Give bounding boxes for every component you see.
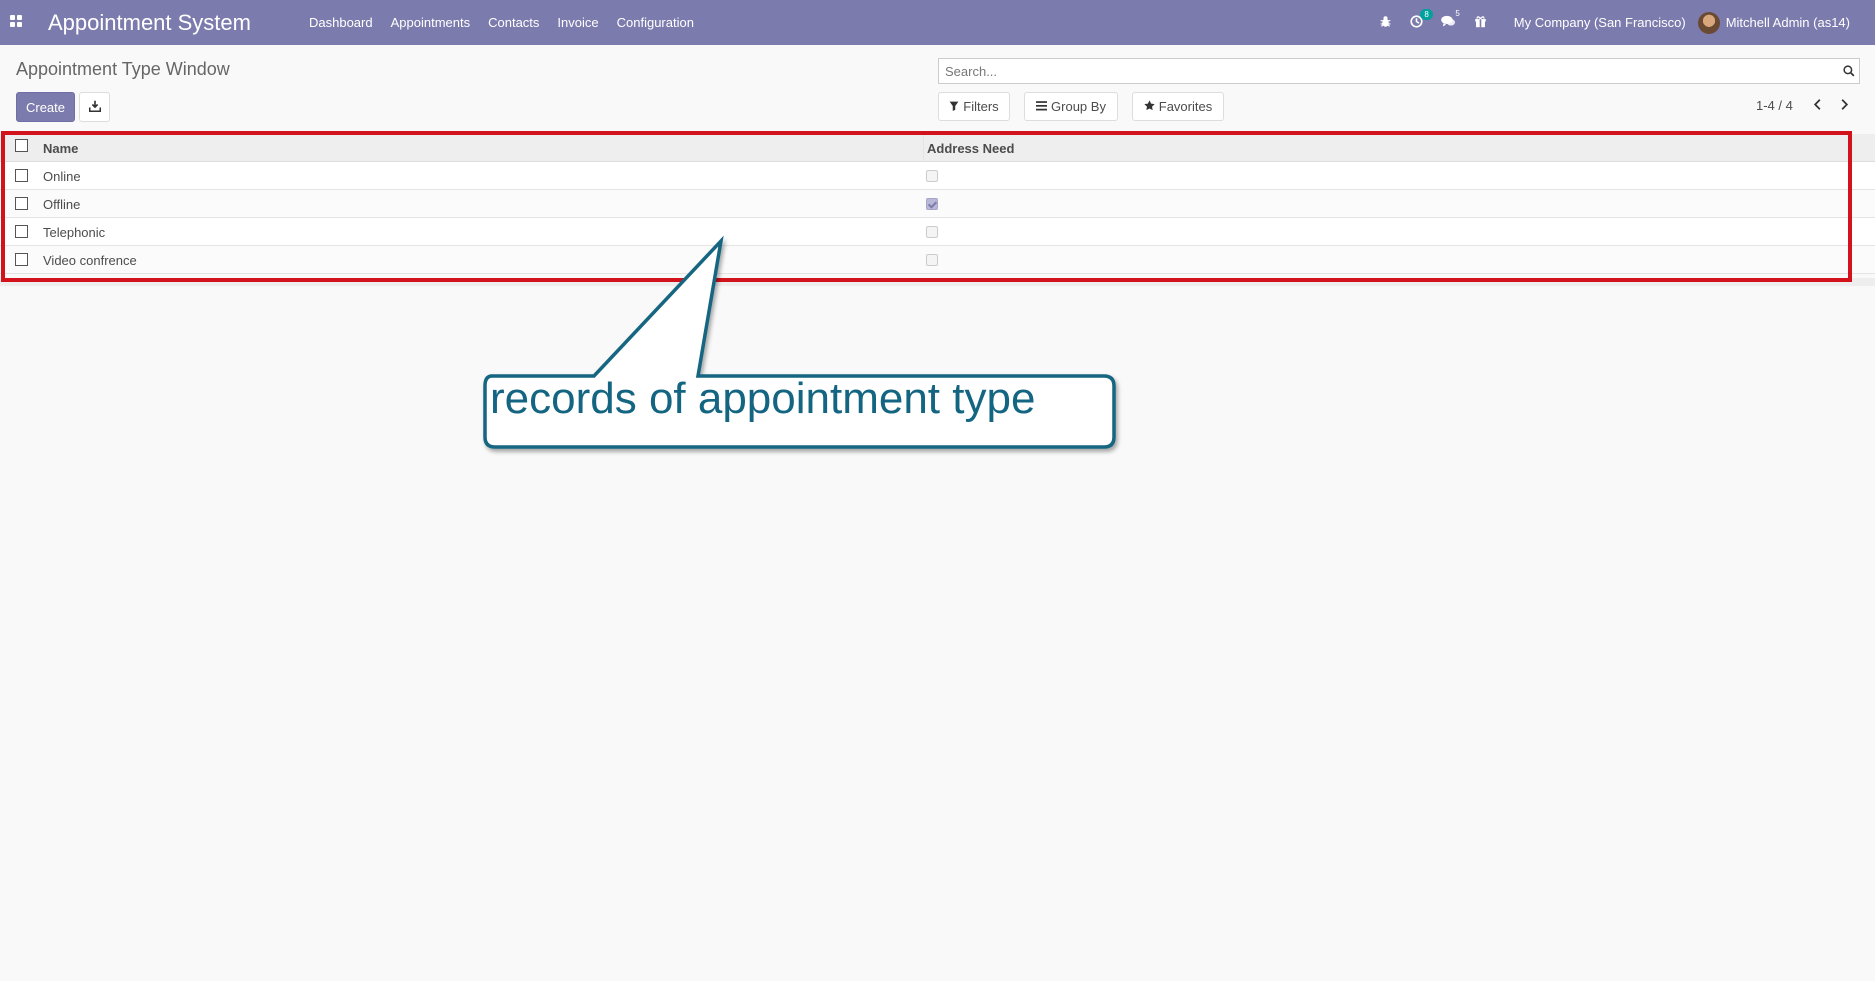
avatar xyxy=(1697,11,1720,34)
activity-count-badge: 8 xyxy=(1420,8,1433,20)
messages-count-badge: 5 xyxy=(1455,8,1460,18)
menu-dashboard[interactable]: Dashboard xyxy=(309,15,373,30)
download-icon xyxy=(88,100,101,115)
favorites-label: Favorites xyxy=(1158,99,1213,114)
menu-contacts[interactable]: Contacts xyxy=(488,15,539,30)
user-name: Mitchell Admin (as14) xyxy=(1725,15,1850,30)
list-icon xyxy=(1036,99,1048,114)
apps-menu-icon[interactable] xyxy=(10,15,24,29)
download-button[interactable] xyxy=(79,92,110,122)
chevron-right-icon xyxy=(1840,98,1849,113)
systray: 8 5 My Company (San Francisco) Mitchell … xyxy=(1370,0,1875,45)
company-switcher[interactable]: My Company (San Francisco) xyxy=(1514,15,1686,30)
pager-value[interactable]: 1-4 / 4 xyxy=(1756,98,1793,113)
highlight-box xyxy=(1,131,1852,282)
filter-icon xyxy=(949,99,959,114)
filters-button[interactable]: Filters xyxy=(938,92,1010,121)
menu-configuration[interactable]: Configuration xyxy=(617,15,694,30)
create-button[interactable]: Create xyxy=(16,92,75,122)
pager-next-button[interactable] xyxy=(1836,96,1852,114)
chevron-left-icon xyxy=(1813,98,1822,113)
bug-icon[interactable] xyxy=(1379,15,1392,31)
filters-label: Filters xyxy=(963,99,999,114)
star-icon xyxy=(1144,99,1155,114)
messages-icon[interactable]: 5 xyxy=(1440,9,1460,31)
page-title: Appointment Type Window xyxy=(16,59,230,79)
menu-invoice[interactable]: Invoice xyxy=(557,15,598,30)
pager-previous-button[interactable] xyxy=(1809,96,1825,114)
callout-text: records of appointment type xyxy=(490,374,1036,423)
top-navbar: Appointment System Dashboard Appointment… xyxy=(0,0,1875,45)
favorites-button[interactable]: Favorites xyxy=(1132,92,1224,121)
gift-icon[interactable] xyxy=(1474,15,1487,31)
user-menu[interactable]: Mitchell Admin (as14) xyxy=(1697,11,1850,34)
menu-appointments[interactable]: Appointments xyxy=(391,15,471,30)
main-menu: Dashboard Appointments Contacts Invoice … xyxy=(300,0,703,45)
group-by-label: Group By xyxy=(1051,99,1106,114)
search-input[interactable] xyxy=(939,60,1839,82)
search-bar xyxy=(938,58,1860,84)
activity-clock-icon[interactable]: 8 xyxy=(1410,8,1433,31)
group-by-button[interactable]: Group By xyxy=(1024,92,1118,121)
app-title[interactable]: Appointment System xyxy=(48,10,251,36)
search-icon[interactable] xyxy=(1839,65,1859,77)
